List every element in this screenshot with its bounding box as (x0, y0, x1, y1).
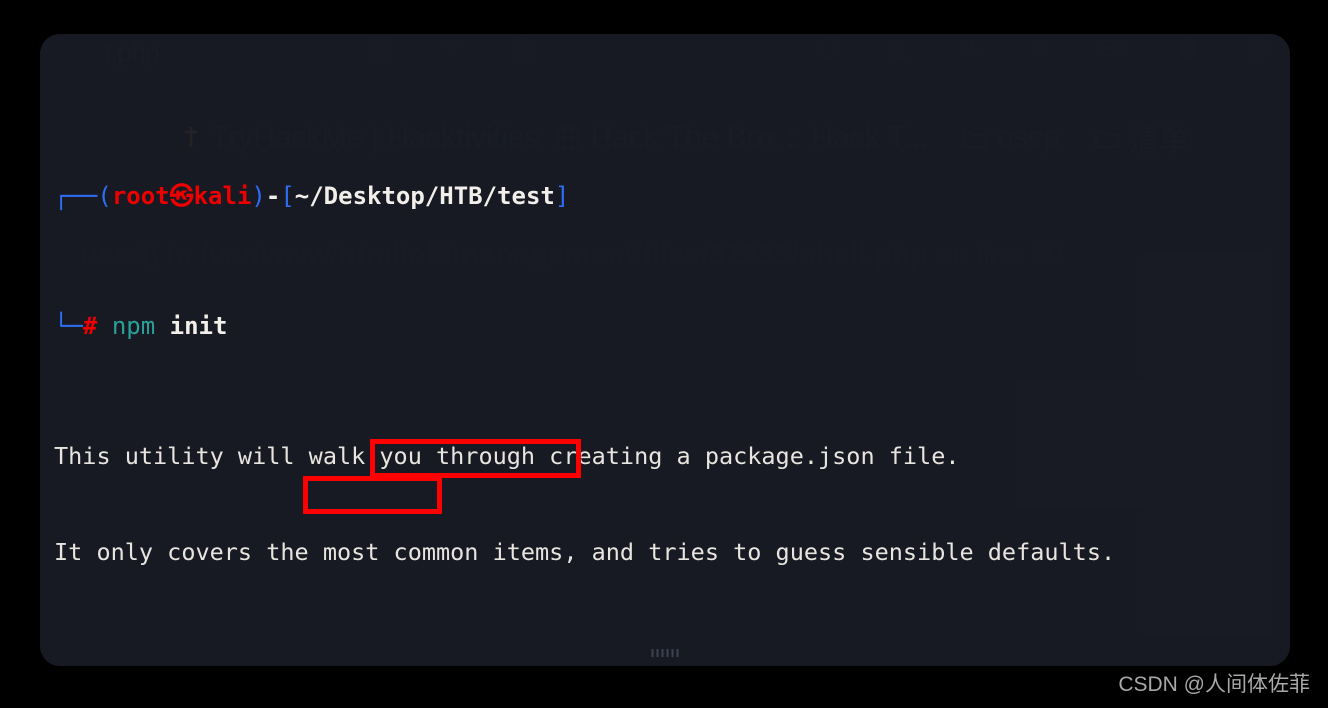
terminal-window[interactable]: ┌──(root㉿kali)-[~/Desktop/HTB/test] └─# … (40, 34, 1290, 666)
prompt-open-paren: ( (97, 182, 112, 210)
resize-grip[interactable] (651, 649, 679, 657)
prompt-close-paren: ) (251, 182, 266, 210)
prompt-at-glyph: ㉿ (169, 182, 194, 210)
command-space (155, 312, 169, 340)
prompt-bracket-close: ] (554, 182, 570, 210)
terminal-output[interactable]: ┌──(root㉿kali)-[~/Desktop/HTB/test] └─# … (54, 84, 1284, 666)
prompt-hash-symbol: # (82, 312, 98, 340)
terminal-prompt-line-2: └─# npm init (54, 310, 1284, 344)
prompt-corner-top: ┌── (54, 182, 98, 210)
output-line: It only covers the most common items, an… (54, 538, 1116, 566)
output-line: This utility will walk you through creat… (54, 442, 960, 470)
prompt-path: ~/Desktop/HTB/test (294, 182, 555, 210)
prompt-corner-bottom: └─ (54, 312, 83, 340)
csdn-watermark: CSDN @人间体佐菲 (1118, 673, 1310, 696)
prompt-host: kali (193, 182, 252, 210)
terminal-prompt-line-1: ┌──(root㉿kali)-[~/Desktop/HTB/test] (54, 180, 1284, 214)
command-arg: init (169, 312, 228, 340)
output-line-blank (54, 632, 1284, 664)
prompt-dash: - (265, 182, 281, 210)
prompt-user: root (111, 182, 170, 210)
prompt-bracket-open: [ (280, 182, 295, 210)
command-name: npm (111, 312, 156, 340)
